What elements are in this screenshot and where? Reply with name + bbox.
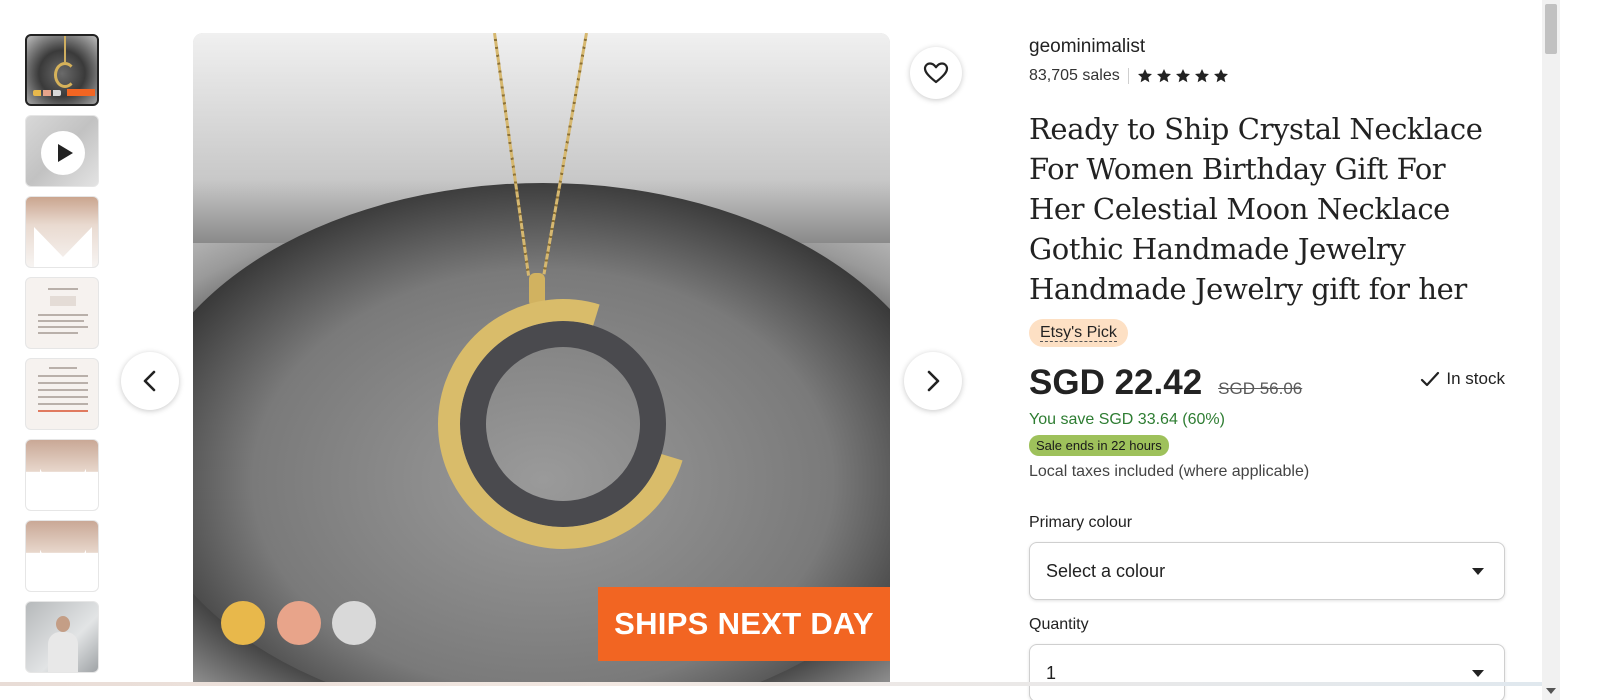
thumbnail-video[interactable] <box>25 115 99 187</box>
thumbnail-neckline <box>40 549 86 591</box>
price-row: SGD 22.42 SGD 56.06 In stock <box>1029 363 1505 403</box>
star-icon <box>1194 69 1209 83</box>
thumbnail-person-head <box>56 616 70 632</box>
caret-down-icon <box>1472 567 1484 575</box>
thumbnail-1[interactable] <box>25 34 99 106</box>
tax-note: Local taxes included (where applicable) <box>1029 463 1310 480</box>
divider <box>1127 68 1129 84</box>
thumbnail-3[interactable] <box>25 196 99 268</box>
star-rating[interactable] <box>1137 68 1229 84</box>
heart-icon <box>923 62 949 84</box>
caret-down-icon <box>1472 669 1484 677</box>
star-icon <box>1213 69 1228 83</box>
thumbnail-chain <box>64 36 66 62</box>
quantity-label: Quantity <box>1029 616 1089 633</box>
listing-title: Ready to Ship Crystal Necklace For Women… <box>1029 112 1483 306</box>
etsys-pick-label: Etsy's Pick <box>1040 324 1117 342</box>
star-icon <box>1156 69 1171 83</box>
quantity-select[interactable]: 1 <box>1029 644 1505 700</box>
chevron-right-icon <box>927 370 940 392</box>
main-product-image[interactable]: SHIPS NEXT DAY <box>193 33 890 683</box>
shop-name-link[interactable]: geominimalist <box>1029 36 1505 58</box>
shop-stats: 83,705 sales <box>1029 67 1505 85</box>
play-icon <box>41 131 85 175</box>
ships-next-day-badge: SHIPS NEXT DAY <box>598 587 890 661</box>
thumbnail-7[interactable] <box>25 520 99 592</box>
scroll-down-arrow-icon[interactable] <box>1546 688 1556 694</box>
thumbnail-strip <box>25 34 101 682</box>
stock-status: In stock <box>1420 369 1505 389</box>
stock-label: In stock <box>1446 369 1505 388</box>
listing-panel: geominimalist 83,705 sales Ready to Ship… <box>1029 36 1505 700</box>
thumbnail-8[interactable] <box>25 601 99 673</box>
original-price: SGD 56.06 <box>1218 379 1303 398</box>
checkmark-icon <box>1421 371 1440 387</box>
favorite-button[interactable] <box>910 47 962 99</box>
page-scrollbar[interactable] <box>1542 0 1560 700</box>
primary-colour-label: Primary colour <box>1029 514 1133 531</box>
quantity-value: 1 <box>1046 662 1057 683</box>
savings-text: You save SGD 33.64 (60%) <box>1029 411 1225 428</box>
rose-gold-swatch <box>277 601 321 645</box>
next-image-button[interactable] <box>904 352 962 410</box>
scrollbar-thumb[interactable] <box>1545 4 1557 54</box>
thumbnail-badge <box>67 89 95 96</box>
thumbnail-neckline <box>40 468 86 510</box>
star-icon <box>1175 69 1190 83</box>
primary-colour-select[interactable]: Select a colour <box>1029 542 1505 600</box>
thumbnail-neckline <box>34 227 92 267</box>
thumbnail-person-body <box>48 632 78 672</box>
sale-price: SGD 22.42 <box>1029 363 1203 402</box>
silver-swatch <box>332 601 376 645</box>
primary-colour-value: Select a colour <box>1046 560 1166 581</box>
star-icon <box>1137 69 1152 83</box>
chevron-left-icon <box>143 370 156 392</box>
bottom-edge <box>0 682 1542 686</box>
sales-count: 83,705 sales <box>1029 67 1120 84</box>
sale-ends-badge: Sale ends in 22 hours <box>1029 435 1169 456</box>
etsys-pick-badge[interactable]: Etsy's Pick <box>1029 319 1128 347</box>
thumbnail-4[interactable] <box>25 277 99 349</box>
previous-image-button[interactable] <box>121 352 179 410</box>
thumbnail-moon <box>54 62 76 88</box>
thumbnail-5[interactable] <box>25 358 99 430</box>
thumbnail-swatches <box>33 90 61 96</box>
gold-swatch <box>221 601 265 645</box>
thumbnail-6[interactable] <box>25 439 99 511</box>
